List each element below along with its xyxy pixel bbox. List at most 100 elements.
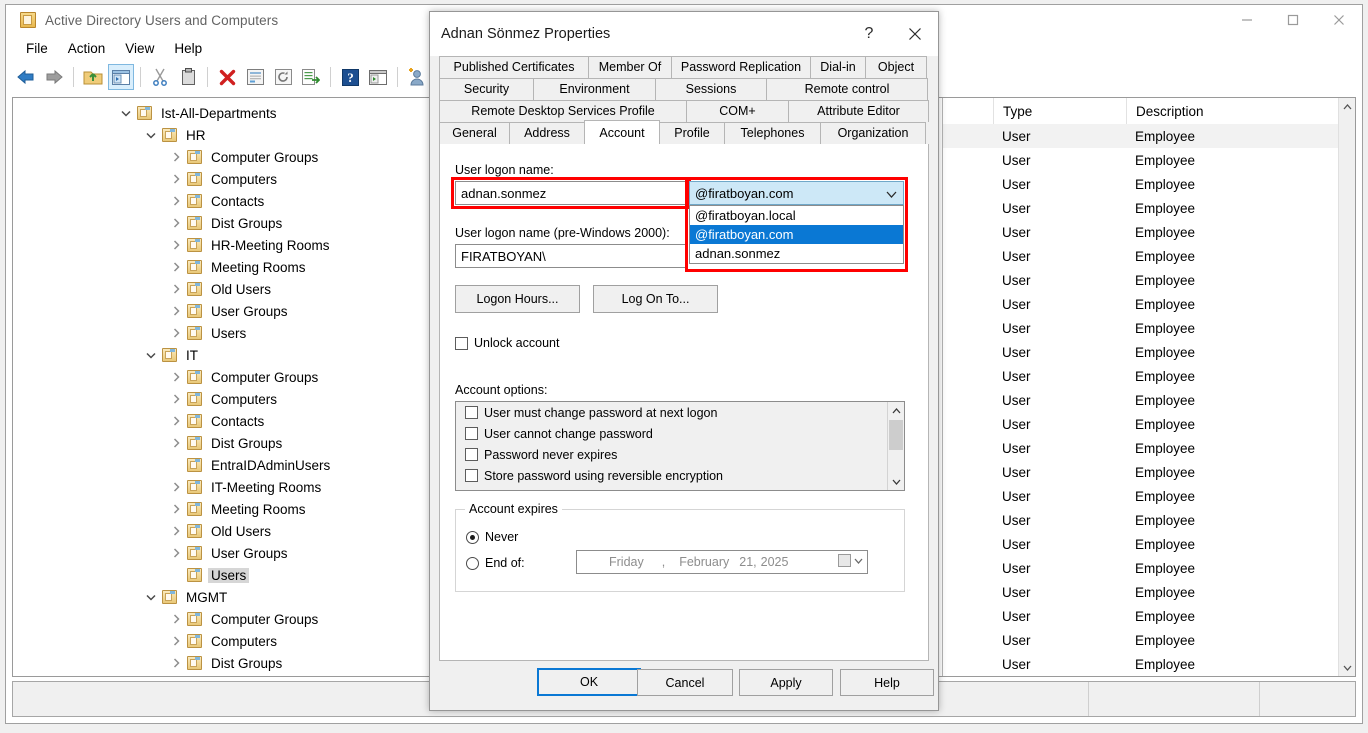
ok-button[interactable]: OK bbox=[537, 668, 641, 696]
chevron-right-icon[interactable] bbox=[168, 391, 184, 407]
dialog-help-button[interactable]: ? bbox=[846, 12, 892, 56]
expires-end-of-radio[interactable] bbox=[466, 556, 479, 570]
apply-button[interactable]: Apply bbox=[739, 669, 833, 696]
upn-suffix-option-1[interactable]: @firatboyan.com bbox=[690, 225, 903, 244]
table-row[interactable]: User Employee bbox=[943, 196, 1355, 220]
delete-icon[interactable] bbox=[214, 64, 240, 90]
account-option-row[interactable]: Store password using reversible encrypti… bbox=[456, 465, 904, 486]
maximize-icon[interactable] bbox=[1270, 5, 1316, 35]
menu-help[interactable]: Help bbox=[164, 38, 212, 59]
account-options-scrollbar[interactable] bbox=[887, 402, 904, 490]
account-options-listbox[interactable]: User must change password at next logon … bbox=[455, 401, 905, 491]
chevron-right-icon[interactable] bbox=[168, 479, 184, 495]
upn-suffix-option-0[interactable]: @firatboyan.local bbox=[690, 206, 903, 225]
table-row[interactable]: User Employee bbox=[943, 388, 1355, 412]
chevron-up-icon[interactable] bbox=[1339, 98, 1355, 115]
user-logon-name-input[interactable]: adnan.sonmez bbox=[455, 181, 687, 205]
new-user-icon[interactable] bbox=[404, 64, 430, 90]
table-row[interactable]: User Employee bbox=[943, 532, 1355, 556]
chevron-down-icon[interactable] bbox=[118, 105, 134, 121]
table-row[interactable]: User Employee bbox=[943, 412, 1355, 436]
chevron-right-icon[interactable] bbox=[168, 281, 184, 297]
menu-action[interactable]: Action bbox=[58, 38, 116, 59]
column-header-name[interactable] bbox=[943, 98, 993, 124]
table-row[interactable]: User Employee bbox=[943, 484, 1355, 508]
show-hide-action-pane-icon[interactable] bbox=[365, 64, 391, 90]
expiry-date-picker[interactable]: Friday , February 21, 2025 bbox=[576, 550, 868, 574]
chevron-up-icon[interactable] bbox=[888, 402, 904, 419]
cancel-button[interactable]: Cancel bbox=[637, 669, 733, 696]
menu-view[interactable]: View bbox=[115, 38, 164, 59]
tab-remote-desktop-services-profile[interactable]: Remote Desktop Services Profile bbox=[439, 100, 687, 122]
expires-never-radio[interactable] bbox=[466, 530, 479, 544]
tab-profile[interactable]: Profile bbox=[659, 122, 725, 144]
export-list-icon[interactable] bbox=[298, 64, 324, 90]
tab-address[interactable]: Address bbox=[509, 122, 585, 144]
tab-remote-control[interactable]: Remote control bbox=[766, 78, 928, 100]
list-vertical-scrollbar[interactable] bbox=[1338, 98, 1355, 676]
chevron-right-icon[interactable] bbox=[168, 171, 184, 187]
chevron-down-icon[interactable] bbox=[143, 589, 159, 605]
table-row[interactable]: User Employee bbox=[943, 316, 1355, 340]
chevron-down-icon[interactable] bbox=[888, 473, 904, 490]
chevron-right-icon[interactable] bbox=[168, 259, 184, 275]
help-button[interactable]: Help bbox=[840, 669, 934, 696]
upn-suffix-option-2[interactable]: adnan.sonmez bbox=[690, 244, 903, 263]
tab-published-certificates[interactable]: Published Certificates bbox=[439, 56, 589, 78]
table-row[interactable]: User Employee bbox=[943, 556, 1355, 580]
properties-icon[interactable] bbox=[242, 64, 268, 90]
table-row[interactable]: User Employee bbox=[943, 628, 1355, 652]
unlock-account-row[interactable]: Unlock account bbox=[455, 336, 559, 350]
paste-icon[interactable] bbox=[175, 64, 201, 90]
chevron-down-icon[interactable] bbox=[143, 347, 159, 363]
show-hide-console-tree-icon[interactable] bbox=[108, 64, 134, 90]
chevron-right-icon[interactable] bbox=[168, 435, 184, 451]
tab-password-replication[interactable]: Password Replication bbox=[671, 56, 811, 78]
table-row[interactable]: User Employee bbox=[943, 580, 1355, 604]
close-icon[interactable] bbox=[892, 12, 938, 56]
chevron-right-icon[interactable] bbox=[168, 501, 184, 517]
account-option-checkbox[interactable] bbox=[465, 427, 478, 440]
table-row[interactable]: User Employee bbox=[943, 652, 1355, 676]
table-row[interactable]: User Employee bbox=[943, 124, 1355, 148]
chevron-right-icon[interactable] bbox=[168, 149, 184, 165]
chevron-down-icon[interactable] bbox=[886, 186, 897, 201]
chevron-right-icon[interactable] bbox=[168, 325, 184, 341]
account-option-row[interactable]: User cannot change password bbox=[456, 423, 904, 444]
account-option-checkbox[interactable] bbox=[465, 448, 478, 461]
account-option-checkbox[interactable] bbox=[465, 469, 478, 482]
account-option-row[interactable]: Password never expires bbox=[456, 444, 904, 465]
pre-windows-2000-input[interactable]: FIRATBOYAN\ bbox=[455, 244, 687, 268]
tab-organization[interactable]: Organization bbox=[820, 122, 926, 144]
tab-member-of[interactable]: Member Of bbox=[588, 56, 672, 78]
table-row[interactable]: User Employee bbox=[943, 460, 1355, 484]
chevron-right-icon[interactable] bbox=[168, 369, 184, 385]
account-option-checkbox[interactable] bbox=[465, 406, 478, 419]
calendar-dropdown-icon[interactable] bbox=[838, 554, 863, 567]
refresh-icon[interactable] bbox=[270, 64, 296, 90]
table-row[interactable]: User Employee bbox=[943, 172, 1355, 196]
account-option-row[interactable]: User must change password at next logon bbox=[456, 402, 904, 423]
tab-com-[interactable]: COM+ bbox=[686, 100, 789, 122]
expires-end-of-row[interactable]: End of: bbox=[466, 556, 525, 570]
chevron-right-icon[interactable] bbox=[168, 215, 184, 231]
chevron-right-icon[interactable] bbox=[168, 413, 184, 429]
chevron-down-icon[interactable] bbox=[143, 127, 159, 143]
tab-security[interactable]: Security bbox=[439, 78, 534, 100]
table-row[interactable]: User Employee bbox=[943, 340, 1355, 364]
upn-suffix-combobox[interactable]: @firatboyan.com bbox=[689, 181, 904, 205]
tab-general[interactable]: General bbox=[439, 122, 510, 144]
chevron-right-icon[interactable] bbox=[168, 523, 184, 539]
table-row[interactable]: User Employee bbox=[943, 244, 1355, 268]
logon-hours-button[interactable]: Logon Hours... bbox=[455, 285, 580, 313]
expires-never-row[interactable]: Never bbox=[466, 530, 518, 544]
table-row[interactable]: User Employee bbox=[943, 220, 1355, 244]
tab-sessions[interactable]: Sessions bbox=[655, 78, 767, 100]
chevron-right-icon[interactable] bbox=[168, 633, 184, 649]
tab-dial-in[interactable]: Dial-in bbox=[810, 56, 866, 78]
minimize-icon[interactable] bbox=[1224, 5, 1270, 35]
table-row[interactable]: User Employee bbox=[943, 364, 1355, 388]
tab-attribute-editor[interactable]: Attribute Editor bbox=[788, 100, 929, 122]
chevron-right-icon[interactable] bbox=[168, 655, 184, 671]
tab-telephones[interactable]: Telephones bbox=[724, 122, 821, 144]
